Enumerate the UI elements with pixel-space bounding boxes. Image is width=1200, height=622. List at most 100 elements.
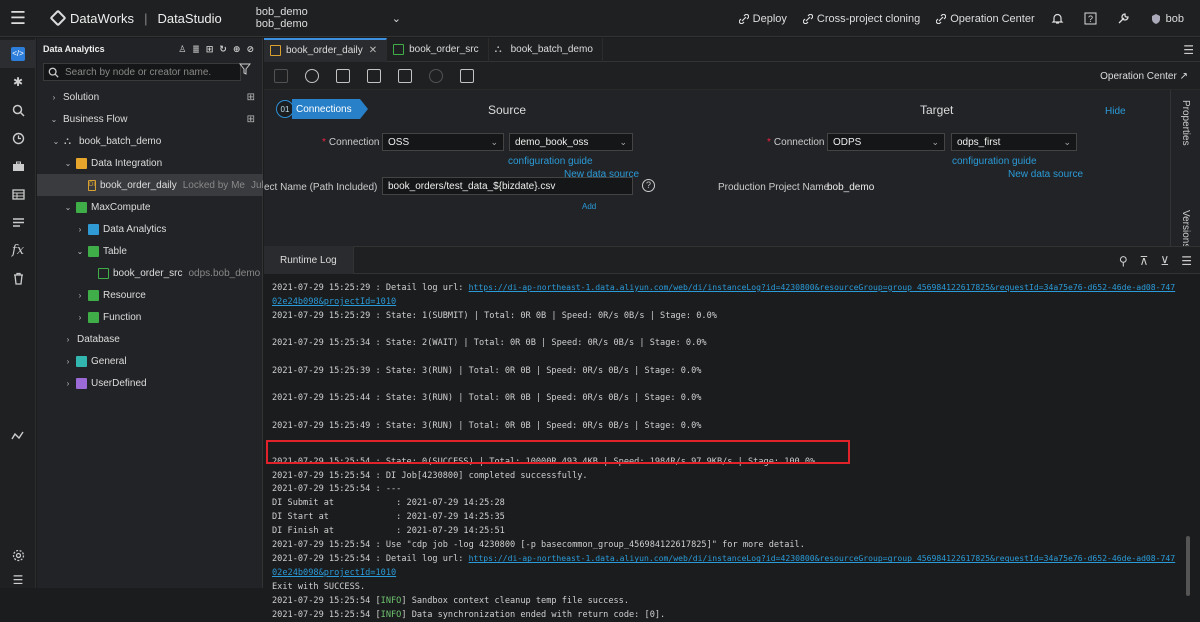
pin-icon[interactable]: ⚲ (1119, 254, 1128, 268)
log-detail-url-link-cont[interactable]: 02e24b098&projectId=1010 (272, 568, 396, 578)
tree-item-data-analytics[interactable]: › Data Analytics (37, 218, 263, 240)
table-icon (98, 267, 109, 279)
user-menu[interactable]: bob (1150, 13, 1184, 25)
close-icon[interactable]: ✕ (369, 45, 377, 56)
log-header: Runtime Log ⚲ ⊼ ⊻ ☰ (264, 246, 1200, 274)
deploy-link[interactable]: Deploy (738, 12, 787, 25)
object-name-input[interactable]: book_orders/test_data_${bizdate}.csv (382, 177, 633, 195)
source-name-select[interactable]: demo_book_oss ⌄ (509, 133, 633, 151)
nav-data-development-icon[interactable]: </> (0, 40, 36, 68)
clock-icon[interactable] (0, 124, 36, 152)
run-with-params-icon[interactable] (336, 68, 350, 83)
svg-text:?: ? (1088, 14, 1093, 24)
add-link[interactable]: Add (582, 202, 596, 211)
collapse-icon[interactable]: ⊻ (1160, 254, 1169, 268)
target-type-select[interactable]: ODPS ⌄ (827, 133, 945, 151)
data-integration-icon (76, 157, 87, 169)
properties-tab[interactable]: Properties (1180, 100, 1191, 146)
chevron-down-icon[interactable]: ⌄ (392, 12, 401, 25)
tree-item-label: Resource (103, 289, 146, 301)
tree-item-book-order-daily[interactable]: DI book_order_daily Locked by Me Jul 29 (37, 174, 278, 196)
log-level-info: INFO (380, 609, 402, 620)
operation-center-label: Operation Center (950, 12, 1035, 25)
tree-item-resource[interactable]: › Resource (37, 284, 263, 306)
tab-label: book_order_src (409, 44, 479, 55)
tab-book-order-daily[interactable]: book_order_daily ✕ (264, 37, 388, 62)
help-circle-icon[interactable]: ? (642, 179, 655, 192)
save-icon[interactable] (274, 68, 288, 83)
tree-item-userdefined[interactable]: › UserDefined (37, 372, 263, 394)
log-menu-icon[interactable]: ☰ (1181, 254, 1192, 268)
list-icon[interactable]: ≣ (192, 44, 200, 55)
table-icon[interactable] (0, 180, 36, 208)
trash-icon[interactable] (0, 264, 36, 292)
settings-icon[interactable] (0, 541, 36, 569)
tree-item-business-flow[interactable]: ⌄ Business Flow ⊞ (37, 108, 263, 130)
target-name-select[interactable]: odps_first ⌄ (951, 133, 1077, 151)
chevron-down-icon: ⌄ (52, 136, 60, 146)
tab-label: book_order_daily (286, 45, 363, 56)
cross-project-link[interactable]: Cross-project cloning (802, 13, 920, 25)
refresh-icon[interactable]: ↻ (219, 44, 227, 55)
log-detail-url-link[interactable]: https://di-ap-northeast-1.data.aliyun.co… (469, 553, 1176, 563)
log-scrollbar[interactable] (1186, 536, 1190, 596)
submit-icon[interactable] (367, 68, 381, 83)
app-name: DataStudio (157, 10, 222, 26)
target-config-guide-link[interactable]: configuration guide (952, 156, 1037, 167)
lock-icon[interactable] (398, 68, 412, 83)
log-detail-url-link[interactable]: https://di-ap-northeast-1.data.aliyun.co… (469, 282, 1176, 292)
tree-item-book-batch-demo[interactable]: ⌄ ⛬ book_batch_demo (37, 130, 263, 152)
tab-book-order-src[interactable]: book_order_src (387, 37, 489, 62)
operation-center-button[interactable]: Operation Center ↗ (1100, 71, 1188, 82)
puzzle-icon[interactable]: ✱ (0, 68, 36, 96)
user-filter-icon[interactable]: ♙ (178, 44, 186, 55)
source-type-value: OSS (388, 136, 410, 148)
tree-item-general[interactable]: › General (37, 350, 263, 372)
deploy-label: Deploy (752, 12, 787, 25)
stop-icon[interactable] (429, 68, 443, 83)
filter-icon[interactable] (238, 63, 252, 78)
source-type-select[interactable]: OSS ⌄ (382, 133, 504, 151)
versions-tab[interactable]: Versions (1180, 210, 1191, 248)
project-selector[interactable]: bob_demo bob_demo (256, 6, 308, 30)
new-file-icon[interactable]: ⊞ (206, 44, 214, 55)
tree-item-database[interactable]: › Database (37, 328, 263, 350)
target-new-data-source-link[interactable]: New data source (1008, 169, 1083, 180)
maximize-icon[interactable]: ⊼ (1140, 254, 1149, 268)
collapse-menu-icon[interactable]: ☰ (0, 566, 36, 594)
tree-item-book-order-src[interactable]: book_order_src odps.bob_demo (37, 262, 263, 284)
function-icon[interactable]: fx (0, 236, 36, 264)
tree-item-data-integration[interactable]: ⌄ Data Integration (37, 152, 263, 174)
log-detail-url-link-cont[interactable]: 02e24b098&projectId=1010 (272, 297, 396, 307)
briefcase-icon[interactable] (0, 152, 36, 180)
log-text: ] Data synchronization ended with return… (401, 609, 666, 620)
grid-view-icon[interactable]: ⊞ (247, 92, 255, 103)
help-icon[interactable]: ? (1084, 12, 1101, 25)
step-connections[interactable]: 01 Connections (276, 98, 368, 120)
run-icon[interactable] (305, 68, 319, 83)
left-nav-bar: </> ✱ fx ☰ (0, 38, 36, 588)
locate-icon[interactable]: ⊕ (233, 44, 241, 55)
workflow-icon[interactable] (0, 422, 36, 450)
tree-item-maxcompute[interactable]: ⌄ MaxCompute (37, 196, 263, 218)
search-input[interactable]: Search by node or creator name. (43, 63, 241, 81)
script-mode-icon[interactable] (460, 68, 474, 83)
tree-item-function[interactable]: › Function (37, 306, 263, 328)
import-icon[interactable]: ⊘ (246, 44, 254, 55)
hide-link[interactable]: Hide (1105, 106, 1126, 117)
tab-book-batch-demo[interactable]: ⛬ book_batch_demo (489, 37, 603, 62)
list-settings-icon[interactable] (0, 208, 36, 236)
brand[interactable]: DataWorks | DataStudio (49, 9, 222, 27)
tab-menu-icon[interactable]: ☰ (1183, 43, 1194, 57)
source-config-guide-link[interactable]: configuration guide (508, 156, 593, 167)
bell-icon[interactable] (1051, 12, 1068, 25)
runtime-log-tab[interactable]: Runtime Log (264, 246, 354, 274)
search-icon[interactable] (0, 96, 36, 124)
menu-icon[interactable]: ☰ (0, 0, 36, 37)
tree-item-table[interactable]: ⌄ Table (37, 240, 263, 262)
operation-center-link[interactable]: Operation Center (936, 12, 1035, 25)
wrench-icon[interactable] (1117, 12, 1134, 25)
source-connection-label: * Connection (322, 137, 380, 148)
tree-item-solution[interactable]: › Solution ⊞ (37, 86, 263, 108)
grid-view-icon[interactable]: ⊞ (247, 114, 255, 125)
